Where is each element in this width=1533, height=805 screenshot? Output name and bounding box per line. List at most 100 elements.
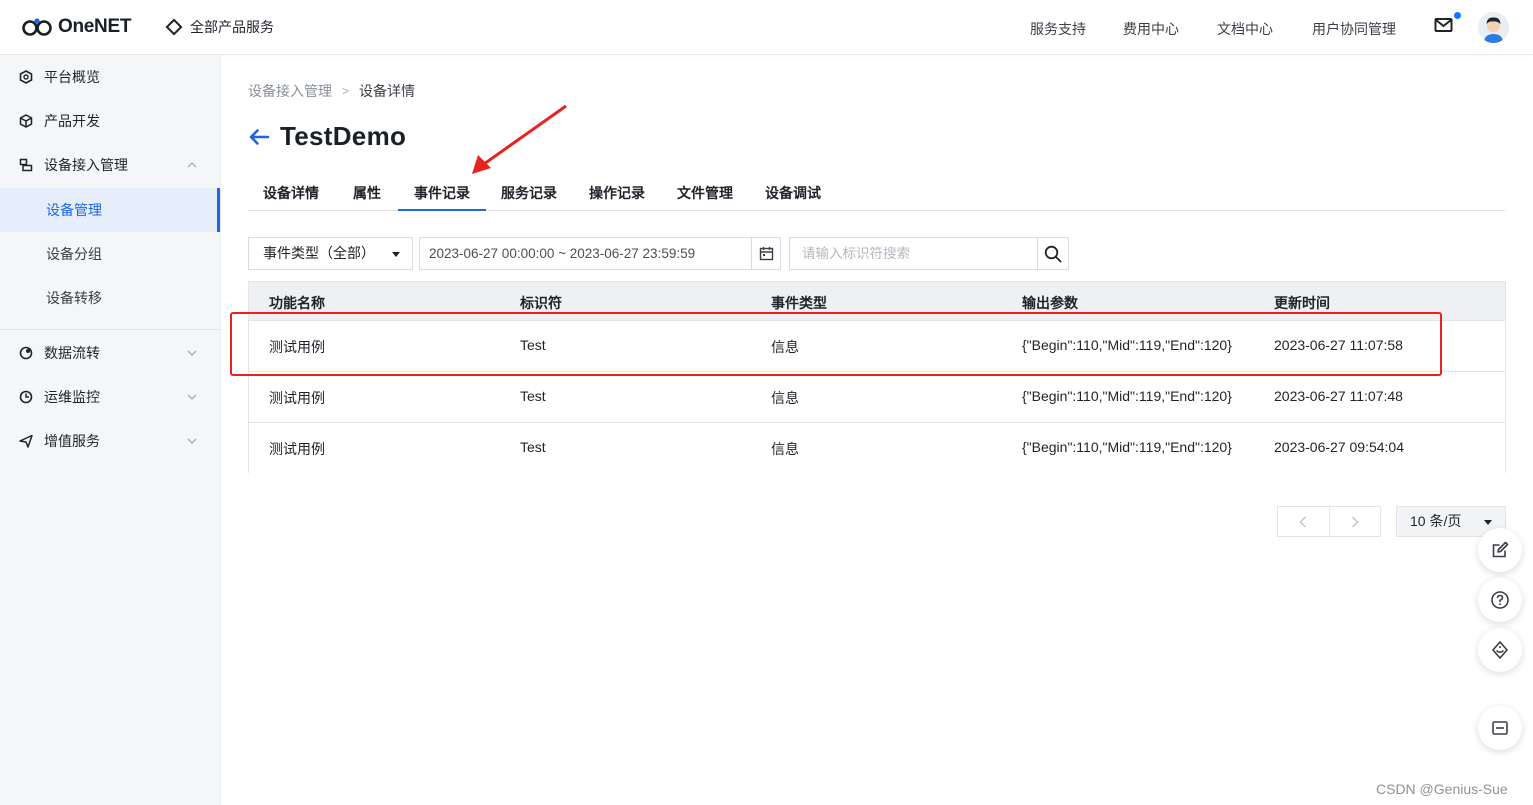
tab-properties[interactable]: 属性 bbox=[342, 176, 392, 211]
sidebar-item-label: 产品开发 bbox=[44, 113, 100, 129]
tab-event-records[interactable]: 事件记录 bbox=[398, 176, 486, 211]
all-products-label: 全部产品服务 bbox=[190, 19, 274, 35]
tab-file-management[interactable]: 文件管理 bbox=[662, 176, 748, 211]
caret-down-icon bbox=[392, 252, 400, 257]
tab-operation-records[interactable]: 操作记录 bbox=[574, 176, 660, 211]
sidebar-subitem-label: 设备分组 bbox=[46, 246, 102, 262]
chevron-down-icon bbox=[187, 350, 197, 356]
table-row[interactable]: 测试用例 Test 信息 {"Begin":110,"Mid":119,"End… bbox=[249, 372, 1505, 423]
overview-icon bbox=[19, 70, 33, 84]
cell-event-type: 信息 bbox=[771, 390, 799, 406]
sidebar-item-overview[interactable]: 平台概览 bbox=[0, 55, 220, 99]
cell-update-time: 2023-06-27 11:07:48 bbox=[1274, 388, 1403, 404]
sidebar-item-label: 运维监控 bbox=[44, 389, 100, 405]
edit-icon[interactable] bbox=[1478, 528, 1522, 572]
date-range-value: 2023-06-27 00:00:00 ~ 2023-06-27 23:59:5… bbox=[429, 246, 696, 261]
sidebar: 平台概览 产品开发 设备接入管理 设备管理 设备分组 设备转移 数据流转 运维监… bbox=[0, 55, 221, 805]
device-access-icon bbox=[19, 158, 33, 172]
tab-device-debug[interactable]: 设备调试 bbox=[750, 176, 836, 211]
sidebar-item-data-flow[interactable]: 数据流转 bbox=[0, 331, 220, 375]
chevron-left-icon bbox=[1299, 515, 1307, 528]
search-icon bbox=[1044, 245, 1062, 262]
page-size-value: 10 条/页 bbox=[1410, 513, 1462, 529]
chevron-down-icon bbox=[187, 394, 197, 400]
sidebar-item-device-access[interactable]: 设备接入管理 bbox=[0, 143, 220, 187]
watermark: CSDN @Genius-Sue bbox=[1376, 781, 1508, 797]
chevron-right-icon bbox=[1351, 515, 1359, 528]
search-button[interactable] bbox=[1037, 237, 1069, 270]
cell-identifier: Test bbox=[520, 439, 546, 455]
sidebar-item-label: 数据流转 bbox=[44, 345, 100, 361]
sidebar-divider bbox=[0, 329, 220, 330]
mail-icon[interactable] bbox=[1434, 12, 1461, 38]
support-icon[interactable] bbox=[1478, 628, 1522, 672]
nav-docs-center[interactable]: 文档中心 bbox=[1217, 19, 1273, 39]
page-title: TestDemo bbox=[280, 121, 407, 151]
sidebar-subitem-label: 设备管理 bbox=[46, 202, 102, 218]
cell-function-name: 测试用例 bbox=[269, 441, 325, 457]
nav-billing-center[interactable]: 费用中心 bbox=[1123, 19, 1179, 39]
cell-update-time: 2023-06-27 09:54:04 bbox=[1274, 439, 1404, 455]
monitor-icon bbox=[19, 390, 33, 404]
logo-text: OneNET bbox=[58, 16, 132, 37]
tab-device-details[interactable]: 设备详情 bbox=[248, 176, 334, 211]
column-header: 事件类型 bbox=[771, 295, 827, 311]
data-flow-icon bbox=[19, 346, 33, 360]
product-icon bbox=[19, 114, 33, 128]
column-header: 更新时间 bbox=[1274, 295, 1330, 311]
event-type-select[interactable]: 事件类型（全部） bbox=[248, 237, 413, 270]
cell-identifier: Test bbox=[520, 388, 546, 404]
cell-output-params: {"Begin":110,"Mid":119,"End":120} bbox=[1022, 388, 1232, 404]
cell-function-name: 测试用例 bbox=[269, 390, 325, 406]
chevron-up-icon bbox=[187, 162, 197, 168]
cell-event-type: 信息 bbox=[771, 441, 799, 457]
help-icon[interactable] bbox=[1478, 578, 1522, 622]
next-page-button[interactable] bbox=[1328, 507, 1380, 536]
pagination bbox=[1277, 506, 1381, 537]
column-header: 功能名称 bbox=[269, 295, 325, 311]
top-bar: OneNET 全部产品服务 服务支持 费用中心 文档中心 用户协同管理 bbox=[0, 0, 1533, 55]
nav-user-collab[interactable]: 用户协同管理 bbox=[1312, 19, 1396, 39]
prev-page-button[interactable] bbox=[1278, 507, 1329, 536]
tab-service-records[interactable]: 服务记录 bbox=[486, 176, 572, 211]
diamond-icon bbox=[165, 18, 183, 36]
event-type-value: 事件类型（全部） bbox=[263, 245, 375, 261]
breadcrumb-separator: > bbox=[342, 84, 350, 98]
event-records-table: 功能名称 标识符 事件类型 输出参数 更新时间 测试用例 Test 信息 {"B… bbox=[248, 281, 1506, 474]
logo-mark-icon bbox=[22, 18, 54, 36]
notification-dot bbox=[1454, 12, 1461, 19]
caret-down-icon bbox=[1484, 520, 1492, 525]
identifier-search-input[interactable]: 请输入标识符搜索 bbox=[789, 237, 1038, 270]
avatar[interactable] bbox=[1478, 12, 1509, 43]
cell-output-params: {"Begin":110,"Mid":119,"End":120} bbox=[1022, 439, 1232, 455]
onenet-logo[interactable]: OneNET bbox=[22, 14, 131, 40]
sidebar-item-label: 设备接入管理 bbox=[44, 157, 128, 173]
sidebar-subitem-device-transfer[interactable]: 设备转移 bbox=[0, 276, 220, 320]
value-added-icon bbox=[19, 434, 33, 448]
column-header: 标识符 bbox=[520, 295, 562, 311]
all-products-menu[interactable]: 全部产品服务 bbox=[165, 17, 274, 37]
row-highlight-annotation bbox=[230, 312, 1442, 376]
sidebar-item-monitor[interactable]: 运维监控 bbox=[0, 375, 220, 419]
column-header: 输出参数 bbox=[1022, 295, 1078, 311]
tab-bar: 设备详情 属性 事件记录 服务记录 操作记录 文件管理 设备调试 bbox=[248, 176, 1506, 211]
sidebar-item-product-dev[interactable]: 产品开发 bbox=[0, 99, 220, 143]
sidebar-subitem-device-mgmt[interactable]: 设备管理 bbox=[0, 188, 220, 232]
sidebar-item-value-added[interactable]: 增值服务 bbox=[0, 419, 220, 463]
title-row: TestDemo bbox=[248, 121, 406, 152]
breadcrumb: 设备接入管理 > 设备详情 bbox=[248, 81, 415, 101]
table-row[interactable]: 测试用例 Test 信息 {"Begin":110,"Mid":119,"End… bbox=[249, 423, 1505, 474]
sidebar-item-label: 增值服务 bbox=[44, 433, 100, 449]
sidebar-subitem-label: 设备转移 bbox=[46, 290, 102, 306]
nav-service-support[interactable]: 服务支持 bbox=[1030, 19, 1086, 39]
date-range-picker[interactable]: 2023-06-27 00:00:00 ~ 2023-06-27 23:59:5… bbox=[419, 237, 781, 270]
chevron-down-icon bbox=[187, 438, 197, 444]
breadcrumb-current: 设备详情 bbox=[359, 83, 416, 99]
sidebar-item-label: 平台概览 bbox=[44, 69, 100, 85]
search-placeholder: 请输入标识符搜索 bbox=[802, 246, 910, 261]
calendar-icon[interactable] bbox=[751, 238, 781, 269]
collapse-icon[interactable] bbox=[1478, 706, 1522, 750]
sidebar-subitem-device-group[interactable]: 设备分组 bbox=[0, 232, 220, 276]
back-arrow-icon[interactable] bbox=[248, 128, 270, 146]
breadcrumb-parent[interactable]: 设备接入管理 bbox=[248, 81, 332, 101]
